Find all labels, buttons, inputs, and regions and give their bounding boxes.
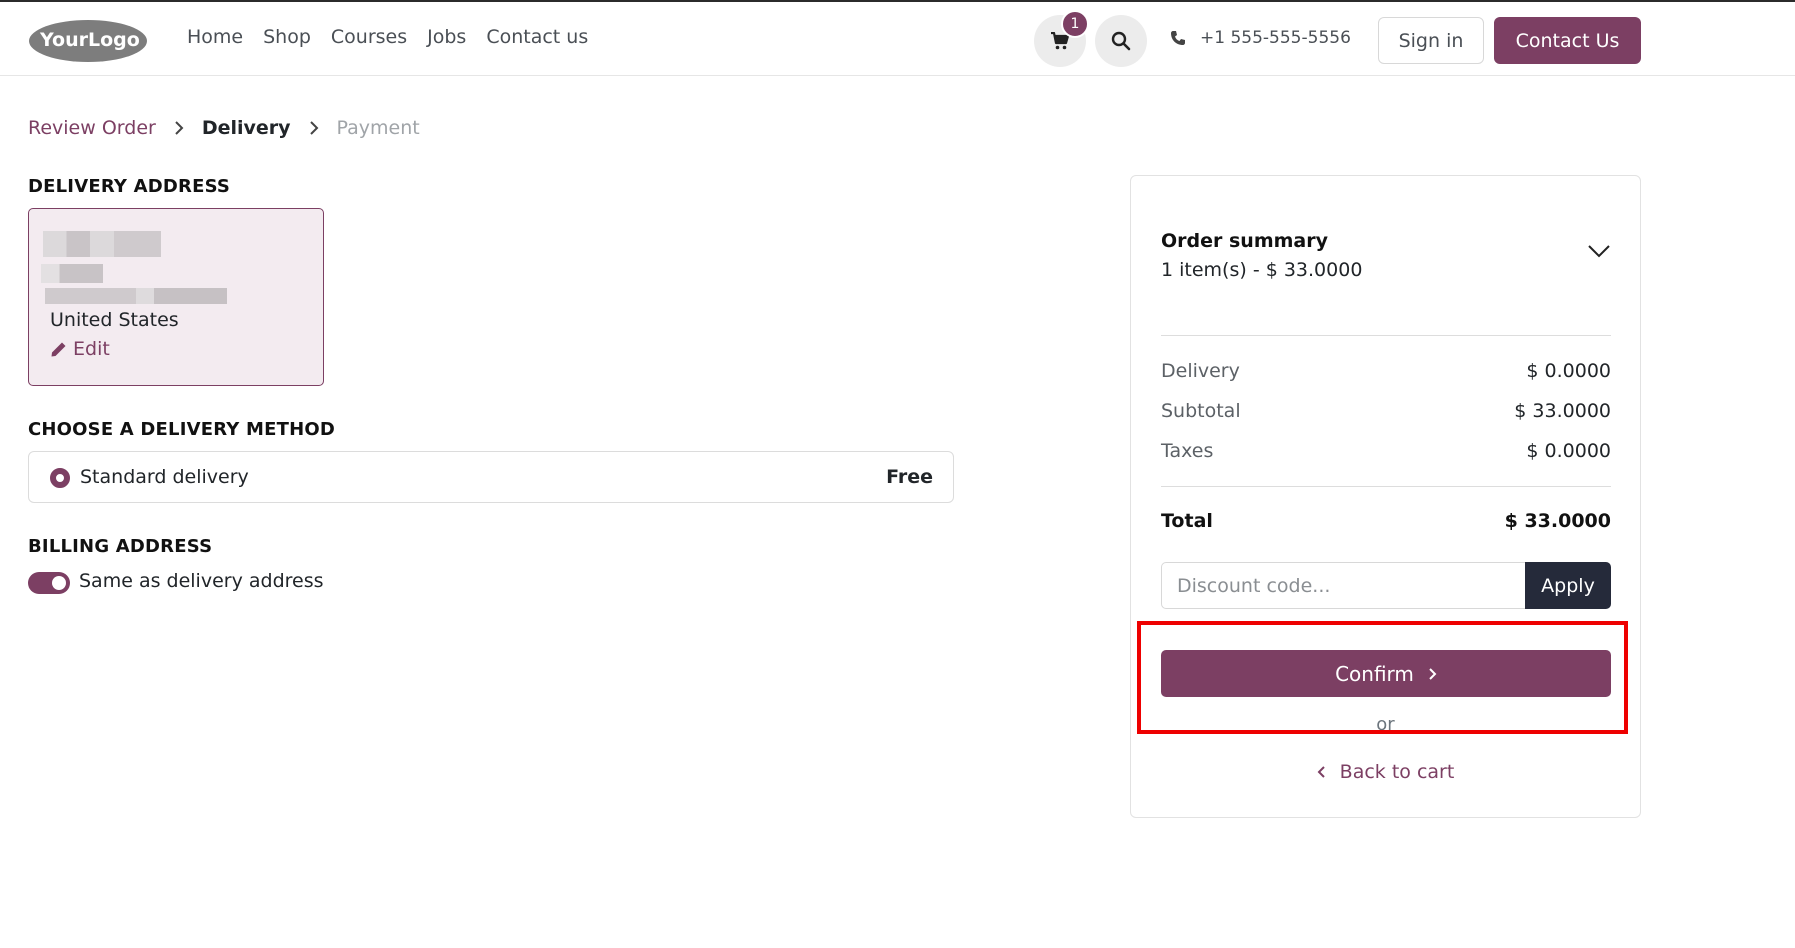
- chevron-right-icon: [1429, 667, 1437, 680]
- total-row: Total $ 33.0000: [1161, 510, 1611, 532]
- contact-us-button[interactable]: Contact Us: [1494, 17, 1641, 64]
- same-as-delivery-toggle[interactable]: [28, 572, 70, 594]
- phone-icon: [1171, 31, 1185, 45]
- search-icon: [1111, 31, 1131, 51]
- main-nav: Home Shop Courses Jobs Contact us: [187, 26, 588, 48]
- phone-contact[interactable]: +1 555-555-5556: [1170, 28, 1351, 48]
- chevron-left-icon: [1317, 766, 1325, 778]
- pencil-icon: [51, 342, 66, 356]
- redacted-street: [41, 264, 103, 283]
- discount-form: Apply: [1161, 562, 1611, 609]
- taxes-value: $ 0.0000: [1526, 440, 1611, 462]
- discount-code-input[interactable]: [1161, 562, 1525, 609]
- sign-in-button[interactable]: Sign in: [1378, 17, 1484, 64]
- subtotal-label: Subtotal: [1161, 400, 1241, 422]
- subtotal-value: $ 33.0000: [1514, 400, 1611, 422]
- nav-jobs[interactable]: Jobs: [427, 26, 466, 48]
- delivery-address-title: DELIVERY ADDRESS: [28, 176, 231, 197]
- site-header: YourLogo Home Shop Courses Jobs Contact …: [0, 2, 1795, 76]
- apply-discount-button[interactable]: Apply: [1525, 562, 1611, 609]
- logo-text: YourLogo: [39, 29, 140, 51]
- redacted-name: [43, 231, 161, 257]
- delivery-option-standard[interactable]: Standard delivery Free: [28, 451, 954, 503]
- delivery-value: $ 0.0000: [1526, 360, 1611, 382]
- nav-shop[interactable]: Shop: [263, 26, 311, 48]
- delivery-option-label: Standard delivery: [80, 466, 249, 488]
- confirm-label: Confirm: [1335, 661, 1414, 686]
- summary-divider: [1161, 486, 1611, 487]
- edit-address-label[interactable]: Edit: [73, 338, 110, 360]
- or-separator: or: [1376, 714, 1395, 735]
- logo[interactable]: YourLogo: [28, 18, 148, 64]
- nav-contact-us[interactable]: Contact us: [486, 26, 588, 48]
- cart-count-badge: 1: [1061, 10, 1089, 38]
- order-summary-items: 1 item(s) - $ 33.0000: [1161, 259, 1363, 281]
- address-country: United States: [50, 309, 179, 331]
- delivery-option-price: Free: [886, 466, 933, 488]
- back-to-cart-link[interactable]: Back to cart: [1131, 761, 1640, 783]
- order-summary-panel: Order summary 1 item(s) - $ 33.0000 Deli…: [1130, 175, 1641, 818]
- chevron-right-icon: [309, 121, 318, 135]
- taxes-row: Taxes $ 0.0000: [1161, 440, 1611, 462]
- redacted-city-zip: [45, 288, 227, 304]
- total-value: $ 33.0000: [1504, 510, 1611, 532]
- edit-address-link[interactable]: Edit: [50, 338, 110, 360]
- phone-number[interactable]: +1 555-555-5556: [1200, 28, 1351, 48]
- nav-courses[interactable]: Courses: [331, 26, 407, 48]
- summary-divider: [1161, 335, 1611, 336]
- total-label: Total: [1161, 510, 1213, 532]
- confirm-button[interactable]: Confirm: [1161, 650, 1611, 697]
- billing-address-title: BILLING ADDRESS: [28, 536, 213, 557]
- checkout-breadcrumb: Review Order Delivery Payment: [28, 117, 420, 139]
- breadcrumb-delivery: Delivery: [201, 117, 291, 139]
- breadcrumb-payment: Payment: [336, 117, 420, 139]
- delivery-label: Delivery: [1161, 360, 1240, 382]
- delivery-method-title: CHOOSE A DELIVERY METHOD: [28, 419, 336, 440]
- chevron-down-icon[interactable]: [1588, 244, 1610, 258]
- back-to-cart-label[interactable]: Back to cart: [1340, 761, 1455, 783]
- delivery-radio[interactable]: [50, 468, 70, 488]
- chevron-right-icon: [175, 121, 184, 135]
- search-button[interactable]: [1095, 15, 1147, 67]
- delivery-address-card[interactable]: United States Edit: [28, 208, 324, 386]
- subtotal-row: Subtotal $ 33.0000: [1161, 400, 1611, 422]
- order-summary-title: Order summary: [1161, 230, 1329, 252]
- same-as-delivery-label[interactable]: Same as delivery address: [79, 570, 324, 592]
- delivery-row: Delivery $ 0.0000: [1161, 360, 1611, 382]
- nav-home[interactable]: Home: [187, 26, 243, 48]
- taxes-label: Taxes: [1161, 440, 1214, 462]
- breadcrumb-review-order[interactable]: Review Order: [28, 117, 156, 139]
